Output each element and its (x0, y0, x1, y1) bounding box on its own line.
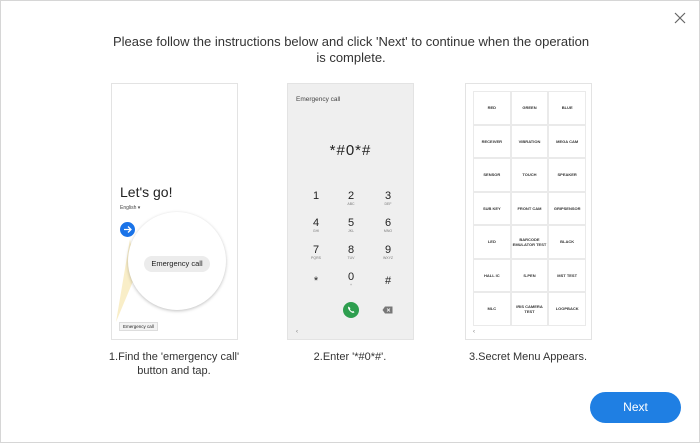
key-0: 0 (347, 271, 355, 283)
menu-cell-speaker: SPEAKER (548, 158, 586, 192)
key-2-letters: ABC (347, 202, 355, 206)
key-6: 6 (384, 217, 392, 229)
language-selector: English ▾ (120, 205, 141, 211)
key-9: 9 (384, 244, 392, 256)
menu-cell-green: GREEN (510, 91, 549, 125)
menu-cell-red: RED (473, 91, 511, 125)
menu-cell-receiver: RECEIVER (473, 124, 511, 158)
menu-cell-s-pen: S-PEN (510, 258, 549, 292)
emergency-call-small-label: Emergency call (119, 322, 158, 331)
key-6-letters: MNO (383, 229, 393, 233)
menu-cell-mst-test: MST TEST (548, 258, 586, 292)
key-0-letters: + (349, 283, 353, 287)
key-1: 1 (312, 190, 320, 202)
key-star: * (313, 275, 319, 287)
backspace-icon (382, 306, 393, 314)
back-nav: ‹ (473, 329, 475, 335)
menu-cell-mlc: MLC (473, 292, 511, 326)
call-button (343, 302, 359, 318)
key-8-letters: TUV (347, 256, 355, 260)
secret-menu-grid: RED GREEN BLUE RECEIVER VIBRATION MEGA C… (473, 91, 586, 326)
key-7-letters: PQRS (311, 256, 321, 260)
menu-cell-hall-ic: HALL IC (473, 258, 511, 292)
step1-image: Let's go! English ▾ Emergency call Emerg… (111, 83, 238, 340)
step1-caption-line2: button and tap. (137, 365, 211, 377)
emergency-call-pill: Emergency call (144, 256, 210, 272)
key-3-letters: DEF (384, 202, 392, 206)
close-button[interactable] (671, 9, 689, 27)
screen-title: Emergency call (296, 96, 341, 103)
step2-image: Emergency call *#0*# 1 2 3 ABC DEF 4 5 6… (287, 83, 414, 340)
menu-cell-sub-key: SUB KEY (473, 191, 511, 225)
menu-cell-touch: TOUCH (510, 158, 549, 192)
step1-caption-line1: 1.Find the 'emergency call' (108, 351, 240, 363)
menu-cell-led: LED (473, 225, 511, 259)
menu-cell-sensor: SENSOR (473, 158, 511, 192)
phone-icon (348, 306, 355, 313)
key-hash: # (384, 275, 392, 287)
menu-cell-blue: BLUE (548, 91, 586, 125)
next-button[interactable]: Next (590, 392, 681, 423)
menu-cell-mega-cam: MEGA CAM (548, 124, 586, 158)
dialed-code: *#0*# (329, 142, 372, 159)
key-5: 5 (347, 217, 355, 229)
instruction-text: Please follow the instructions below and… (112, 34, 590, 65)
key-4: 4 (312, 217, 320, 229)
step2-caption: 2.Enter '*#0*#'. (313, 351, 387, 363)
menu-cell-black: BLACK (548, 225, 586, 259)
key-8: 8 (347, 244, 355, 256)
menu-cell-loopback: LOOPBACK (548, 292, 586, 326)
key-4-letters: GHI (312, 229, 320, 233)
step3-image: RED GREEN BLUE RECEIVER VIBRATION MEGA C… (465, 83, 592, 340)
key-2: 2 (347, 190, 355, 202)
close-icon (674, 12, 686, 24)
menu-cell-gripsensor: GRIPSENSOR (548, 191, 586, 225)
key-9-letters: WXYZ (382, 256, 394, 260)
lets-go-title: Let's go! (120, 184, 173, 200)
step3-caption: 3.Secret Menu Appears. (468, 351, 587, 363)
instruction-dialog: Please follow the instructions below and… (0, 0, 700, 443)
back-nav: ‹ (296, 329, 298, 335)
key-5-letters: JKL (347, 229, 355, 233)
menu-cell-iris-camera: IRIS CAMERA TEST (510, 292, 549, 326)
key-7: 7 (312, 244, 320, 256)
key-3: 3 (384, 190, 392, 202)
menu-cell-front-cam: FRONT CAM (510, 191, 549, 225)
menu-cell-vibration: VIBRATION (510, 124, 549, 158)
menu-cell-barcode: BARCODE EMULATOR TEST (510, 225, 549, 259)
step1-caption: 1.Find the 'emergency call' button and t… (74, 350, 274, 378)
